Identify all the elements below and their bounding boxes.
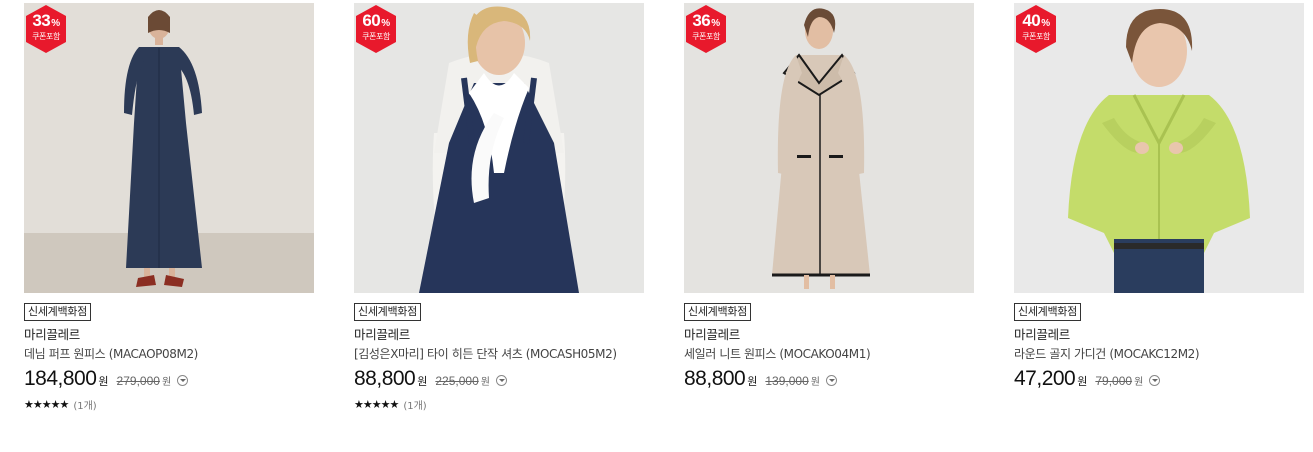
price-row: 88,800 원 225,000 원: [354, 367, 644, 395]
product-image[interactable]: 60% 쿠폰포함: [354, 3, 644, 293]
price-info-icon[interactable]: [825, 375, 837, 386]
product-name[interactable]: 세일러 니트 원피스 (MOCAKO04M1): [684, 346, 974, 362]
sale-price: 88,800: [684, 367, 746, 390]
brand-name[interactable]: 마리끌레르: [24, 327, 314, 343]
sale-price: 184,800: [24, 367, 97, 390]
original-price: 139,000: [765, 374, 809, 388]
product-name[interactable]: 라운드 골지 가디건 (MOCAKC12M2): [1014, 346, 1304, 362]
price-unit: 원: [1077, 375, 1088, 388]
original-price-unit: 원: [480, 377, 490, 388]
sale-price: 88,800: [354, 367, 416, 390]
product-grid: 33% 쿠폰포함 신세계백화점 마리끌레르 데님 퍼프 원피스 (MACAOP0…: [24, 3, 1304, 443]
price-row: 184,800 원 279,000 원: [24, 367, 314, 395]
discount-badge: 40% 쿠폰포함: [1014, 5, 1058, 53]
brand-name[interactable]: 마리끌레르: [684, 327, 974, 343]
original-price-unit: 원: [810, 377, 820, 388]
price-unit: 원: [98, 375, 109, 388]
price-row: 47,200 원 79,000 원: [1014, 367, 1304, 395]
brand-name[interactable]: 마리끌레르: [354, 327, 644, 343]
price-row: 88,800 원 139,000 원: [684, 367, 974, 395]
coupon-label: 쿠폰포함: [1022, 32, 1050, 41]
original-price: 79,000: [1095, 374, 1133, 388]
discount-badge: 33% 쿠폰포함: [24, 5, 68, 53]
original-price-unit: 원: [1134, 377, 1144, 388]
price-info-icon[interactable]: [177, 375, 189, 386]
product-card[interactable]: 40% 쿠폰포함 신세계백화점 마리끌레르 라운드 골지 가디건 (MOCAKC…: [1014, 3, 1304, 395]
store-tag[interactable]: 신세계백화점: [1014, 303, 1081, 321]
price-unit: 원: [417, 375, 428, 388]
star-rating-icon: ★★★★★: [354, 397, 399, 411]
product-card[interactable]: 36% 쿠폰포함 신세계백화점 마리끌레르 세일러 니트 원피스 (MOCAKO…: [684, 3, 974, 395]
price-unit: 원: [747, 375, 758, 388]
review-count: (1개): [73, 400, 97, 412]
product-image[interactable]: 36% 쿠폰포함: [684, 3, 974, 293]
brand-name[interactable]: 마리끌레르: [1014, 327, 1304, 343]
original-price: 225,000: [435, 374, 479, 388]
review-count: (1개): [403, 400, 427, 412]
store-tag[interactable]: 신세계백화점: [24, 303, 91, 321]
coupon-label: 쿠폰포함: [32, 32, 60, 41]
discount-badge: 60% 쿠폰포함: [354, 5, 398, 53]
product-card[interactable]: 33% 쿠폰포함 신세계백화점 마리끌레르 데님 퍼프 원피스 (MACAOP0…: [24, 3, 314, 412]
product-card[interactable]: 60% 쿠폰포함 신세계백화점 마리끌레르 [김성은X마리] 타이 히든 단작 …: [354, 3, 644, 412]
product-name[interactable]: [김성은X마리] 타이 히든 단작 셔츠 (MOCASH05M2): [354, 346, 644, 362]
original-price: 279,000: [116, 374, 160, 388]
product-image[interactable]: 40% 쿠폰포함: [1014, 3, 1304, 293]
original-price-unit: 원: [161, 377, 172, 388]
price-info-icon[interactable]: [495, 375, 507, 386]
product-image[interactable]: 33% 쿠폰포함: [24, 3, 314, 293]
coupon-label: 쿠폰포함: [692, 32, 720, 41]
rating: ★★★★★ (1개): [24, 397, 314, 412]
store-tag[interactable]: 신세계백화점: [684, 303, 751, 321]
discount-percent: 33%: [32, 11, 60, 30]
rating: ★★★★★ (1개): [354, 397, 644, 412]
discount-percent: 40%: [1022, 11, 1050, 30]
store-tag[interactable]: 신세계백화점: [354, 303, 421, 321]
price-info-icon[interactable]: [1149, 375, 1161, 386]
discount-badge: 36% 쿠폰포함: [684, 5, 728, 53]
product-name[interactable]: 데님 퍼프 원피스 (MACAOP08M2): [24, 346, 314, 362]
coupon-label: 쿠폰포함: [362, 32, 390, 41]
sale-price: 47,200: [1014, 367, 1076, 390]
discount-percent: 36%: [692, 11, 720, 30]
discount-percent: 60%: [362, 11, 390, 30]
star-rating-icon: ★★★★★: [24, 397, 69, 411]
